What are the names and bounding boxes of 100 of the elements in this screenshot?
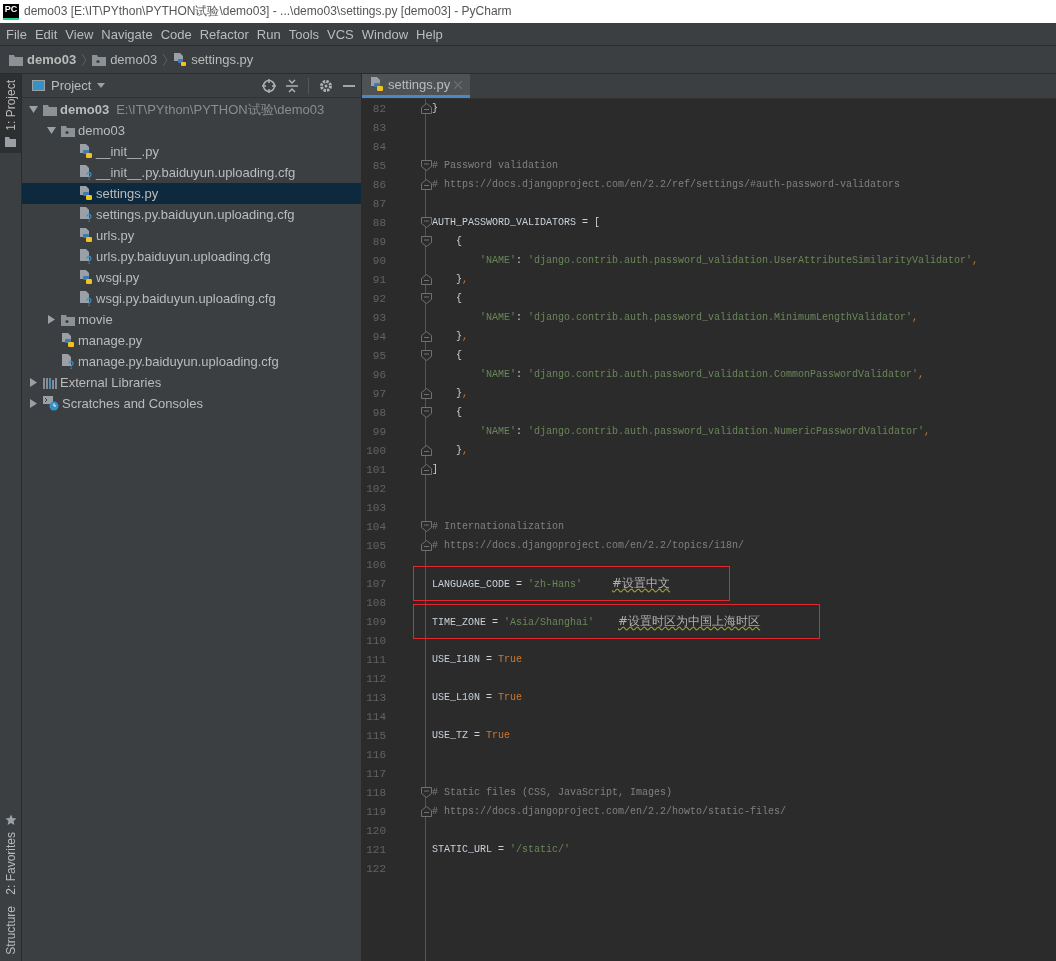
tree-item[interactable]: movie bbox=[22, 309, 361, 330]
tree-item[interactable]: manage.py bbox=[22, 330, 361, 351]
code-line: USE_TZ = True bbox=[432, 730, 511, 741]
libraries-icon bbox=[43, 376, 57, 389]
breadcrumb-item[interactable]: demo03 bbox=[9, 52, 77, 67]
menu-item[interactable]: View bbox=[61, 26, 98, 42]
close-icon[interactable] bbox=[454, 80, 463, 89]
tree-item[interactable]: __init__.py bbox=[22, 141, 361, 162]
menu-item[interactable]: Edit bbox=[30, 26, 62, 42]
code-line: ] bbox=[432, 464, 438, 475]
tree-item[interactable]: urls.py.baiduyun.uploading.cfg bbox=[22, 246, 361, 267]
fold-marker-icon[interactable] bbox=[421, 350, 432, 361]
menu-item[interactable]: Navigate bbox=[97, 26, 157, 42]
python-file-icon bbox=[79, 144, 93, 159]
tool-window-tab[interactable]: 2: Favorites bbox=[0, 807, 21, 901]
fold-marker-icon[interactable] bbox=[421, 236, 432, 247]
tree-item[interactable]: settings.py bbox=[22, 183, 361, 204]
line-number: 119 bbox=[365, 805, 386, 818]
fold-marker-icon[interactable] bbox=[421, 445, 432, 456]
code-line: STATIC_URL = '/static/' bbox=[432, 844, 571, 855]
code-line: # https://docs.djangoproject.com/en/2.2/ref/settings/#auth-password-validators bbox=[432, 179, 901, 190]
tool-window-tab[interactable]: Structure bbox=[0, 900, 21, 961]
tree-item-label: settings.py.baiduyun.uploading.cfg bbox=[96, 207, 295, 222]
tree-item-label: urls.py.baiduyun.uploading.cfg bbox=[96, 249, 271, 264]
fold-marker-icon[interactable] bbox=[421, 464, 432, 475]
tree-item-label: wsgi.py bbox=[96, 270, 140, 285]
code-line: }, bbox=[455, 331, 469, 342]
breadcrumb-item[interactable]: settings.py bbox=[173, 52, 254, 67]
code-line: }, bbox=[455, 445, 469, 456]
expanded-arrow-icon[interactable] bbox=[46, 126, 56, 135]
editor-tab[interactable]: settings.py bbox=[362, 74, 471, 98]
tree-item-label: manage.py.baiduyun.uploading.cfg bbox=[78, 354, 279, 369]
tree-item-label: Scratches and Consoles bbox=[62, 396, 203, 411]
unknown-file-icon bbox=[79, 291, 93, 306]
menu-item[interactable]: VCS bbox=[323, 26, 358, 42]
tree-item[interactable]: __init__.py.baiduyun.uploading.cfg bbox=[22, 162, 361, 183]
menu-item[interactable]: Tools bbox=[284, 26, 324, 42]
fold-marker-icon[interactable] bbox=[421, 331, 432, 342]
tree-item-label: movie bbox=[78, 312, 113, 327]
fold-marker-icon[interactable] bbox=[421, 179, 432, 190]
line-number: 120 bbox=[365, 824, 386, 837]
fold-marker-icon[interactable] bbox=[421, 787, 432, 798]
fold-marker-icon[interactable] bbox=[421, 388, 432, 399]
menu-item[interactable]: Window bbox=[357, 26, 413, 42]
python-file-icon bbox=[173, 52, 188, 67]
tree-item[interactable]: External Libraries bbox=[22, 372, 361, 393]
menu-item[interactable]: Help bbox=[412, 26, 447, 42]
tree-item[interactable]: settings.py.baiduyun.uploading.cfg bbox=[22, 204, 361, 225]
fold-marker-icon[interactable] bbox=[421, 521, 432, 532]
line-number: 84 bbox=[371, 140, 386, 153]
fold-marker-icon[interactable] bbox=[421, 103, 432, 114]
code-line: TIME_ZONE = 'Asia/Shanghai' #设置时区为中国上海时区 bbox=[432, 613, 761, 630]
tree-item[interactable]: demo03 E:\IT\PYthon\PYTHON试验\demo03 bbox=[22, 99, 361, 120]
fold-marker-icon[interactable] bbox=[421, 160, 432, 171]
crosshair-icon[interactable] bbox=[262, 78, 276, 93]
tree-item[interactable]: wsgi.py bbox=[22, 267, 361, 288]
project-view-dropdown[interactable]: Project bbox=[32, 78, 106, 93]
folder-icon bbox=[9, 53, 23, 66]
tool-window-tab[interactable]: 1: Project bbox=[0, 74, 21, 153]
breadcrumb-item[interactable]: demo03 bbox=[92, 52, 158, 67]
line-number: 93 bbox=[371, 311, 386, 324]
collapsed-arrow-icon[interactable] bbox=[28, 399, 38, 408]
fold-marker-icon[interactable] bbox=[421, 806, 432, 817]
tree-item[interactable]: demo03 bbox=[22, 120, 361, 141]
folder-icon bbox=[43, 103, 57, 116]
code-line: 'NAME': 'django.contrib.auth.password_validation.MinimumLengthValidator', bbox=[479, 312, 919, 323]
menu-item[interactable]: File bbox=[2, 26, 31, 42]
tree-item[interactable]: Scratches and Consoles bbox=[22, 393, 361, 414]
unknown-file-icon bbox=[79, 165, 93, 180]
line-number: 103 bbox=[365, 501, 386, 514]
fold-marker-icon[interactable] bbox=[421, 540, 432, 551]
fold-marker-icon[interactable] bbox=[421, 293, 432, 304]
code-line: USE_L10N = True bbox=[432, 692, 523, 703]
tree-item[interactable]: urls.py bbox=[22, 225, 361, 246]
line-number: 107 bbox=[365, 577, 386, 590]
line-number: 104 bbox=[365, 520, 386, 533]
package-icon bbox=[61, 313, 75, 326]
collapse-all-icon[interactable] bbox=[286, 78, 298, 93]
tree-item-label: urls.py bbox=[96, 228, 135, 243]
fold-marker-icon[interactable] bbox=[421, 407, 432, 418]
line-number: 114 bbox=[365, 710, 386, 723]
tree-item[interactable]: manage.py.baiduyun.uploading.cfg bbox=[22, 351, 361, 372]
tree-item-label: __init__.py bbox=[96, 144, 159, 159]
menu-item[interactable]: Code bbox=[156, 26, 196, 42]
expanded-arrow-icon[interactable] bbox=[28, 105, 38, 114]
unknown-file-icon bbox=[79, 249, 93, 264]
settings-icon[interactable] bbox=[319, 78, 333, 93]
code-line: 'NAME': 'django.contrib.auth.password_validation.CommonPasswordValidator', bbox=[479, 369, 925, 380]
fold-marker-icon[interactable] bbox=[421, 274, 432, 285]
code-line: # Password validation bbox=[432, 160, 559, 171]
tree-item-label: External Libraries bbox=[60, 375, 162, 390]
collapsed-arrow-icon[interactable] bbox=[46, 315, 56, 324]
tree-item-label: demo03 bbox=[78, 123, 125, 138]
tree-item[interactable]: wsgi.py.baiduyun.uploading.cfg bbox=[22, 288, 361, 309]
code-line: # https://docs.djangoproject.com/en/2.2/topics/i18n/ bbox=[432, 540, 745, 551]
fold-marker-icon[interactable] bbox=[421, 217, 432, 228]
collapsed-arrow-icon[interactable] bbox=[28, 378, 38, 387]
menu-item[interactable]: Run bbox=[252, 26, 285, 42]
menu-item[interactable]: Refactor bbox=[195, 26, 253, 42]
window-title: demo03 [E:\IT\PYthon\PYTHON试验\demo03] - ...\demo03\settings.py [demo03] - PyCharm bbox=[24, 3, 512, 20]
